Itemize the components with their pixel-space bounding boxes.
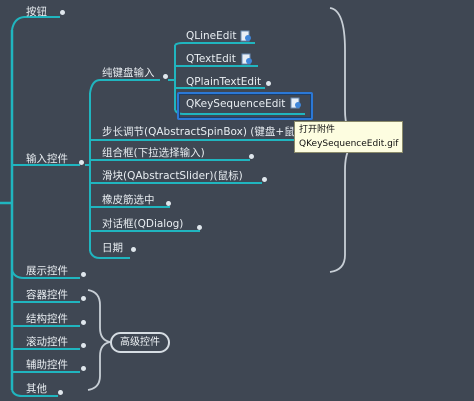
sub-keyboard: [89, 79, 160, 94]
node-dot[interactable]: [81, 343, 86, 348]
node-dot[interactable]: [262, 177, 267, 182]
node-date[interactable]: 日期: [102, 241, 123, 255]
node-container-controls[interactable]: 容器控件: [26, 288, 68, 302]
tooltip-title: 打开附件: [299, 125, 336, 135]
node-input-controls[interactable]: 输入控件: [26, 152, 68, 166]
node-structure-controls[interactable]: 结构控件: [26, 312, 68, 326]
node-dot[interactable]: [166, 201, 171, 206]
attachment-icon[interactable]: [290, 97, 302, 109]
node-combobox[interactable]: 组合框(下拉选择输入): [102, 146, 205, 160]
input-subtrunk: [85, 93, 91, 251]
node-dot[interactable]: [249, 154, 254, 159]
node-dot[interactable]: [81, 272, 86, 277]
node-dot[interactable]: [266, 81, 271, 86]
node-dot[interactable]: [79, 160, 84, 165]
node-helper-controls[interactable]: 辅助控件: [26, 358, 68, 372]
node-dot[interactable]: [81, 296, 86, 301]
node-qplaintextedit[interactable]: QPlainTextEdit: [186, 75, 261, 89]
node-display-controls[interactable]: 展示控件: [26, 264, 68, 278]
node-dot[interactable]: [163, 74, 168, 79]
kb-trunk: [168, 45, 176, 110]
node-dot[interactable]: [60, 10, 65, 15]
node-dot[interactable]: [81, 320, 86, 325]
node-qlineedit[interactable]: QLineEdit: [186, 29, 236, 43]
attachment-icon[interactable]: [241, 53, 253, 65]
node-keyboard-input[interactable]: 纯键盘输入: [102, 66, 155, 80]
kb-lineedit: [174, 42, 255, 46]
node-dialog[interactable]: 对话框(QDialog): [102, 217, 183, 231]
tooltip-filename: QKeySequenceEdit.gif: [299, 139, 399, 149]
node-advanced-controls[interactable]: 高级控件: [110, 332, 170, 353]
attachment-icon[interactable]: [240, 30, 252, 42]
node-rubberband[interactable]: 橡皮筋选中: [102, 193, 155, 207]
node-dot[interactable]: [197, 225, 202, 230]
node-qkeysequenceedit[interactable]: QKeySequenceEdit: [186, 97, 285, 111]
node-scroll-controls[interactable]: 滚动控件: [26, 335, 68, 349]
node-slider[interactable]: 滑块(QAbstractSlider)(鼠标): [102, 169, 243, 183]
node-qtextedit[interactable]: QTextEdit: [186, 52, 236, 66]
node-spinbox[interactable]: 步长调节(QAbstractSpinBox) (键盘+鼠: [102, 125, 295, 139]
node-dot[interactable]: [81, 366, 86, 371]
summary-curve-advanced: [87, 289, 111, 391]
attachment-tooltip: 打开附件 QKeySequenceEdit.gif: [294, 121, 404, 153]
mind-map-connectors: [0, 7, 402, 397]
node-other[interactable]: 其他: [26, 382, 47, 396]
node-dot[interactable]: [131, 247, 136, 252]
node-buttons[interactable]: 按钮: [26, 5, 47, 19]
node-dot[interactable]: [58, 390, 63, 395]
